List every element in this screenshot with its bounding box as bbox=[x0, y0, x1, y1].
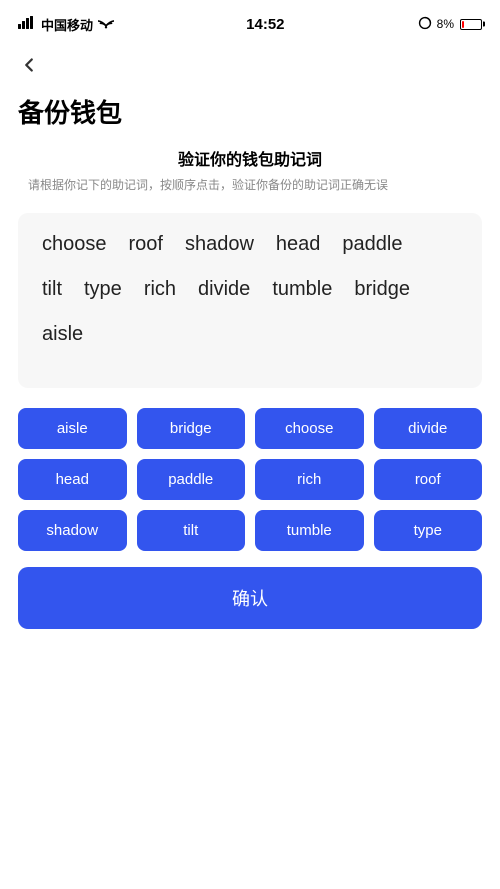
battery-percent: 8% bbox=[437, 17, 454, 31]
display-word: roof bbox=[129, 233, 163, 256]
page-title: 备份钱包 bbox=[0, 87, 500, 146]
display-word: paddle bbox=[342, 233, 402, 256]
display-word: choose bbox=[42, 233, 107, 256]
word-button[interactable]: shadow bbox=[18, 510, 127, 551]
word-button[interactable]: rich bbox=[255, 459, 364, 500]
status-right-group: 8% bbox=[417, 16, 482, 33]
word-button[interactable]: tilt bbox=[137, 510, 246, 551]
word-button[interactable]: bridge bbox=[137, 408, 246, 449]
section-header: 验证你的钱包助记词 请根据你记下的助记词，按顺序点击，验证你备份的助记词正确无误 bbox=[0, 146, 500, 201]
status-bar: 中国移动 14:52 8% bbox=[0, 0, 500, 44]
display-word: shadow bbox=[185, 233, 254, 256]
confirm-button[interactable]: 确认 bbox=[18, 567, 482, 629]
word-button[interactable]: choose bbox=[255, 408, 364, 449]
section-title: 验证你的钱包助记词 bbox=[18, 146, 482, 170]
word-button[interactable]: divide bbox=[374, 408, 483, 449]
carrier-name: 中国移动 bbox=[41, 15, 93, 34]
word-display-row: choose roof shadow head paddle tilt type richdi… bbox=[42, 233, 458, 368]
display-word: aisle bbox=[42, 323, 83, 346]
word-button[interactable]: tumble bbox=[255, 510, 364, 551]
word-button[interactable]: roof bbox=[374, 459, 483, 500]
word-button[interactable]: head bbox=[18, 459, 127, 500]
display-word: type bbox=[84, 278, 122, 301]
display-word: divide bbox=[198, 278, 250, 301]
section-desc: 请根据你记下的助记词，按顺序点击，验证你备份的助记词正确无误 bbox=[18, 176, 482, 195]
word-grid[interactable]: aislebridgechoosedivide headpaddlerichroo… bbox=[0, 404, 500, 567]
display-word: bridge bbox=[354, 278, 410, 301]
word-button[interactable]: paddle bbox=[137, 459, 246, 500]
word-display-box: choose roof shadow head paddle tilt type richdi… bbox=[18, 213, 482, 388]
display-word: head bbox=[276, 233, 321, 256]
battery-icon bbox=[460, 19, 482, 30]
display-word: tilt bbox=[42, 278, 62, 301]
back-button[interactable] bbox=[0, 44, 500, 87]
wifi-icon bbox=[98, 16, 114, 32]
display-word: tumble bbox=[272, 278, 332, 301]
word-button[interactable]: aisle bbox=[18, 408, 127, 449]
display-word: rich bbox=[144, 278, 176, 301]
screen-icon bbox=[417, 16, 433, 33]
status-time: 14:52 bbox=[246, 16, 284, 33]
signal-icon bbox=[18, 16, 36, 32]
word-button[interactable]: type bbox=[374, 510, 483, 551]
carrier-signal: 中国移动 bbox=[18, 15, 114, 34]
confirm-area: 确认 bbox=[0, 567, 500, 653]
